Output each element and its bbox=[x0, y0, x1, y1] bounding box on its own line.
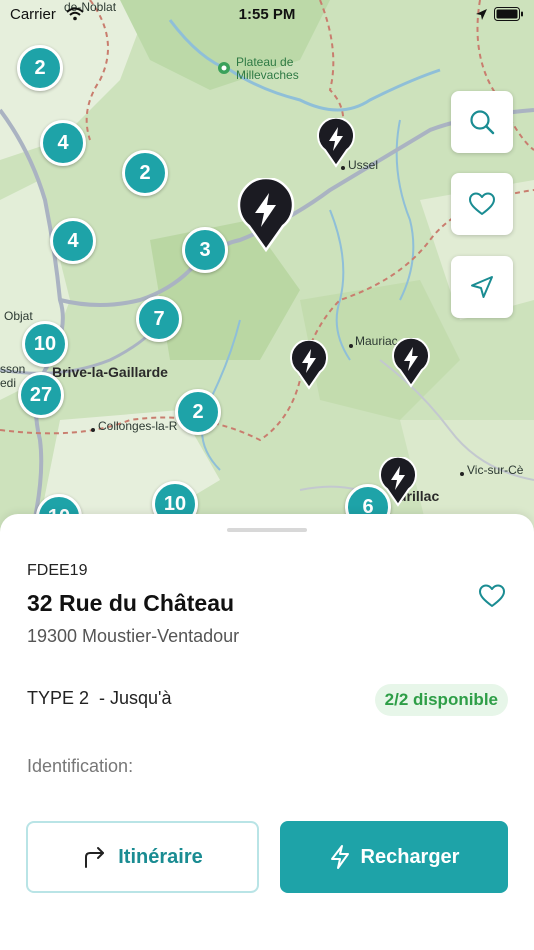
battery-icon bbox=[494, 7, 523, 21]
navigation-arrow-icon bbox=[471, 276, 493, 298]
park-icon bbox=[218, 62, 230, 74]
lightning-icon[interactable] bbox=[378, 457, 418, 507]
town-dot bbox=[349, 344, 353, 348]
status-bar: Carrier 1:55 PM bbox=[0, 0, 534, 30]
availability-badge: 2/2 disponible bbox=[374, 684, 508, 716]
route-button[interactable]: Itinéraire bbox=[26, 821, 259, 893]
town-dot bbox=[91, 428, 95, 432]
station-cluster[interactable]: 4 bbox=[50, 218, 96, 264]
station-title: 32 Rue du Château bbox=[27, 590, 235, 616]
station-cluster[interactable]: 2 bbox=[175, 389, 221, 435]
map-view[interactable]: Plateau de Millevaches Ussel Objat Brive… bbox=[0, 0, 534, 540]
lightning-icon[interactable] bbox=[289, 340, 329, 390]
town-dot bbox=[460, 472, 464, 476]
station-cluster[interactable]: 27 bbox=[18, 372, 64, 418]
map-label-brive: Brive-la-Gaillarde bbox=[52, 364, 168, 380]
map-label-objat: Objat bbox=[4, 309, 33, 323]
search-button[interactable] bbox=[451, 91, 513, 153]
heart-icon bbox=[479, 584, 505, 607]
station-cluster[interactable]: 3 bbox=[182, 227, 228, 273]
charge-button[interactable]: Recharger bbox=[280, 821, 508, 893]
search-icon bbox=[470, 110, 495, 135]
heart-icon bbox=[469, 192, 495, 215]
route-turn-icon bbox=[85, 847, 105, 868]
lightning-icon bbox=[330, 845, 349, 869]
station-operator: FDEE19 bbox=[27, 562, 88, 579]
charge-button-label: Recharger bbox=[360, 845, 460, 868]
lightning-icon[interactable] bbox=[316, 118, 356, 168]
map-label-vic: Vic-sur-Cè bbox=[467, 463, 524, 477]
station-cluster[interactable]: 4 bbox=[40, 120, 86, 166]
station-cluster[interactable]: 2 bbox=[17, 45, 63, 91]
identification-label: Identification: bbox=[27, 756, 134, 776]
lightning-icon[interactable] bbox=[236, 178, 296, 252]
location-arrow-icon bbox=[476, 9, 487, 20]
locate-me-button[interactable] bbox=[451, 256, 513, 318]
station-cluster[interactable]: 2 bbox=[122, 150, 168, 196]
map-label-edi: edi bbox=[0, 376, 17, 390]
station-address: 19300 Moustier-Ventadour bbox=[27, 626, 240, 646]
favorite-button[interactable] bbox=[476, 580, 508, 612]
lightning-icon[interactable] bbox=[391, 338, 431, 388]
map-label-collonges: Collonges-la-R bbox=[98, 419, 178, 433]
station-detail-sheet[interactable]: FDEE19 32 Rue du Château 19300 Moustier-… bbox=[0, 514, 534, 950]
map-label-sson: sson bbox=[0, 362, 26, 376]
station-cluster[interactable]: 7 bbox=[136, 296, 182, 342]
map-label-plateau: Plateau de Millevaches bbox=[236, 55, 299, 82]
route-button-label: Itinéraire bbox=[118, 845, 203, 868]
connector-info: TYPE 2 - Jusqu'à bbox=[27, 688, 172, 708]
sheet-grabber[interactable] bbox=[227, 528, 307, 532]
station-cluster[interactable]: 10 bbox=[22, 321, 68, 367]
favorites-button[interactable] bbox=[451, 173, 513, 235]
clock: 1:55 PM bbox=[238, 6, 296, 23]
